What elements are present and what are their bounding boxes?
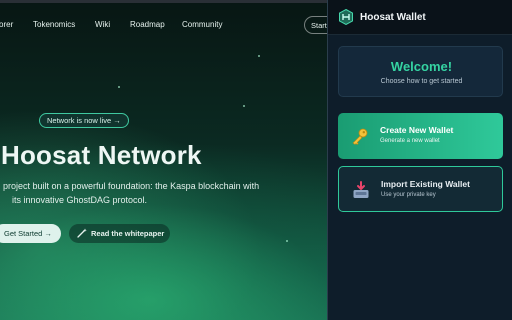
star-decoration xyxy=(118,86,120,88)
whitepaper-button[interactable]: Read the whitepaper xyxy=(69,224,170,243)
whitepaper-label: Read the whitepaper xyxy=(91,229,165,238)
network-live-badge[interactable]: Network is now live → xyxy=(39,113,129,128)
nav-link-tokenomics[interactable]: Tokenomics xyxy=(33,20,75,29)
welcome-subtitle: Choose how to get started xyxy=(380,78,463,85)
welcome-title: Welcome! xyxy=(390,59,453,74)
welcome-card: Welcome! Choose how to get started xyxy=(338,46,503,97)
key-icon xyxy=(352,128,368,145)
nav-link-explorer[interactable]: orer xyxy=(0,20,13,29)
create-wallet-subtitle: Generate a new wallet xyxy=(380,138,440,144)
wallet-title: Hoosat Wallet xyxy=(360,12,426,23)
hero-subtitle-line1: project built on a powerful foundation: … xyxy=(3,181,260,191)
inbox-tray-icon xyxy=(353,181,369,198)
magic-wand-icon xyxy=(77,228,87,238)
star-decoration xyxy=(243,105,245,107)
star-decoration xyxy=(258,55,260,57)
hoosat-logo-icon xyxy=(339,9,353,25)
import-wallet-button[interactable]: Import Existing Wallet Use your private … xyxy=(338,166,503,212)
wallet-header: Hoosat Wallet xyxy=(328,0,512,35)
import-wallet-subtitle: Use your private key xyxy=(381,192,436,198)
create-wallet-title: Create New Wallet xyxy=(380,125,454,135)
hero-title: Hoosat Network xyxy=(1,140,202,170)
import-wallet-title: Import Existing Wallet xyxy=(381,179,470,189)
star-decoration xyxy=(286,240,288,242)
nav-link-community[interactable]: Community xyxy=(182,20,222,29)
nav-link-roadmap[interactable]: Roadmap xyxy=(130,20,165,29)
create-wallet-button[interactable]: Create New Wallet Generate a new wallet xyxy=(338,113,503,159)
hero-subtitle-line2: its innovative GhostDAG protocol. xyxy=(12,195,148,205)
get-started-button[interactable]: Get Started → xyxy=(0,224,61,243)
nav-link-wiki[interactable]: Wiki xyxy=(95,20,110,29)
wallet-popup: Hoosat Wallet Welcome! Choose how to get… xyxy=(327,0,512,320)
